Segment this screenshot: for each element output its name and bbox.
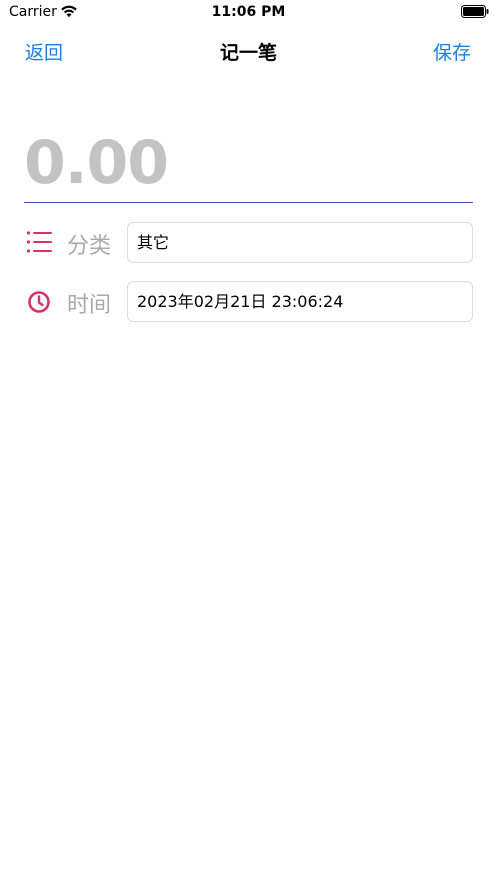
save-button[interactable]: 保存 [433, 38, 471, 65]
battery-icon [461, 5, 489, 18]
page-title: 记一笔 [219, 42, 277, 64]
list-icon [26, 231, 52, 253]
status-bar: Carrier 11:06 PM [0, 0, 497, 26]
amount-underline [24, 202, 473, 203]
category-label: 分类 [67, 234, 112, 259]
time-field[interactable]: 2023年02月21日 23:06:24 [127, 281, 473, 322]
add-record-screen: Carrier 11:06 PM 返回 记一笔 保存 0.00 分类 其它 时间… [0, 0, 497, 883]
status-time: 11:06 PM [211, 4, 286, 20]
clock-icon [28, 291, 50, 313]
category-field[interactable]: 其它 [127, 222, 473, 263]
time-label: 时间 [67, 293, 112, 318]
amount-input[interactable]: 0.00 [24, 128, 473, 198]
